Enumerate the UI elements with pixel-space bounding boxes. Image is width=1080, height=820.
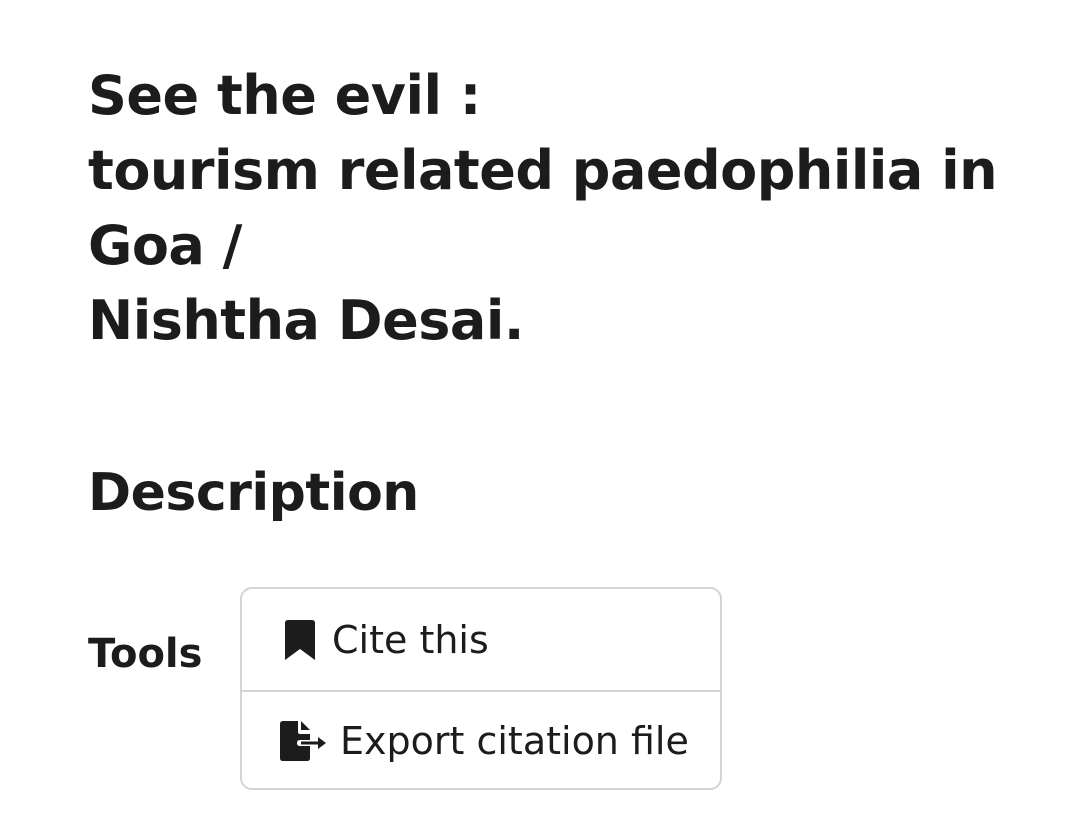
cite-this-button[interactable]: Cite this (242, 589, 720, 690)
file-export-icon (280, 719, 328, 763)
title-line: See the evil : (88, 64, 481, 127)
cite-this-label: Cite this (332, 617, 489, 662)
title-line: Nishtha Desai. (88, 289, 524, 352)
record-title: See the evil : tourism related paedophil… (88, 58, 1048, 358)
tools-menu: Cite this Export citation file (240, 587, 722, 790)
tools-label: Tools (88, 631, 203, 677)
export-citation-file-button[interactable]: Export citation file (242, 690, 720, 788)
title-line: Goa / (88, 214, 242, 277)
bookmark-icon (280, 618, 320, 662)
title-line: tourism related paedophilia in (88, 139, 998, 202)
export-citation-file-label: Export citation file (340, 719, 689, 763)
description-heading: Description (88, 463, 419, 523)
